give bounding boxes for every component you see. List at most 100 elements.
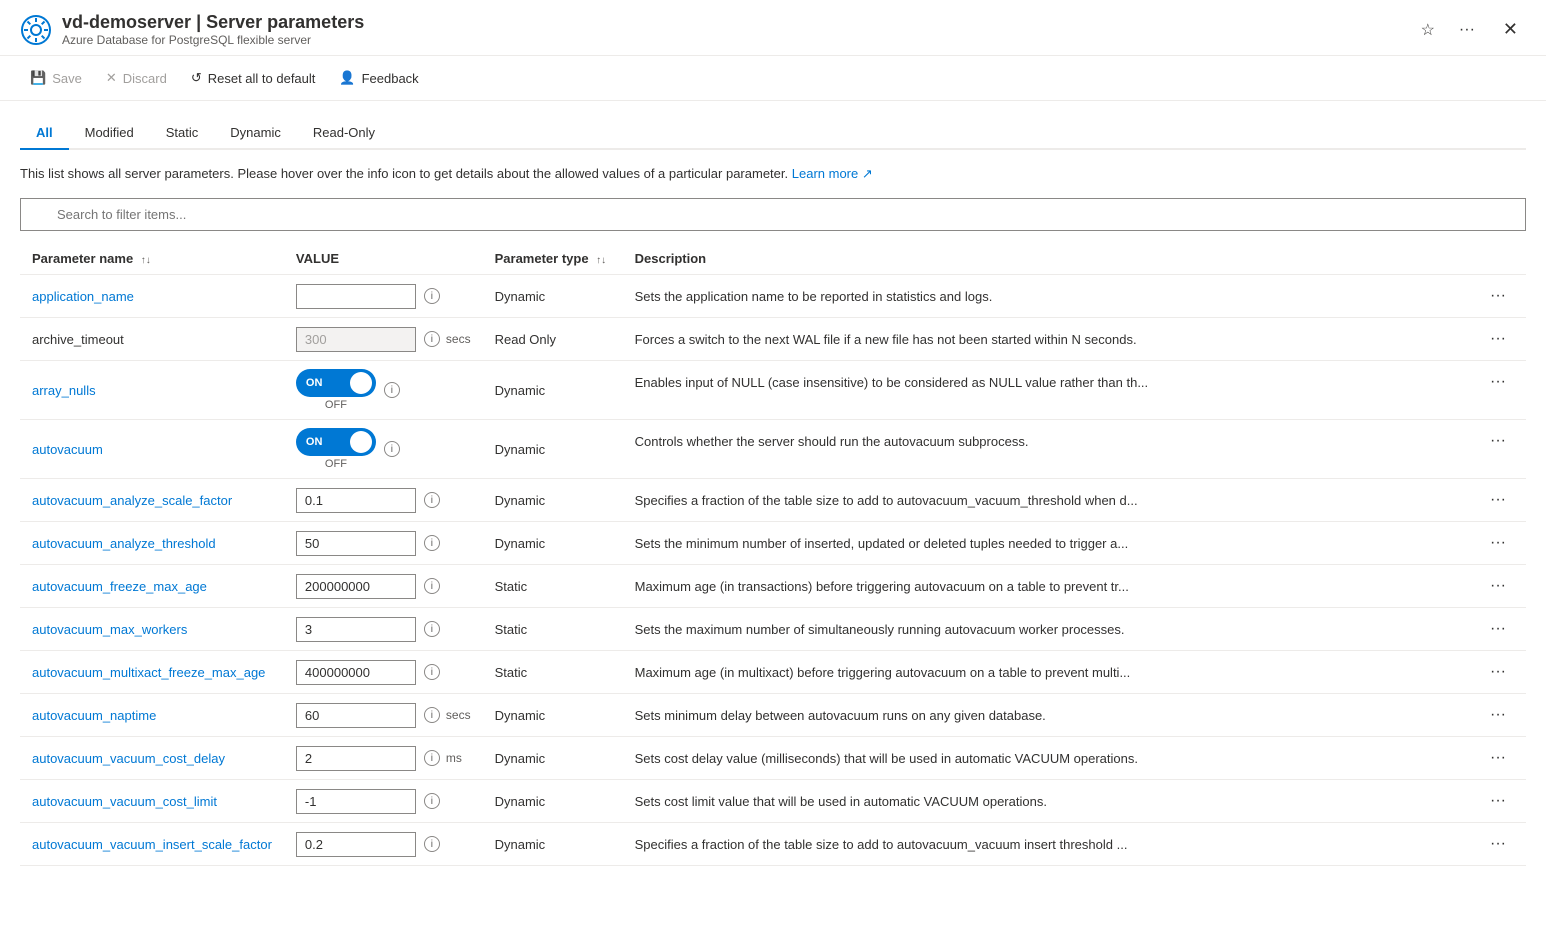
- save-button[interactable]: 💾 Save: [20, 64, 92, 92]
- row-more-button[interactable]: ···: [1482, 530, 1514, 556]
- table-row: autovacuum_max_workersiStaticSets the ma…: [20, 608, 1526, 651]
- param-desc-cell: Specifies a fraction of the table size t…: [623, 479, 1526, 521]
- col-name[interactable]: Parameter name ↑↓: [20, 243, 284, 275]
- param-desc-cell: Maximum age (in multixact) before trigge…: [623, 651, 1526, 693]
- tab-read-only[interactable]: Read-Only: [297, 117, 391, 150]
- param-name-link[interactable]: autovacuum: [32, 442, 103, 457]
- feedback-label: Feedback: [362, 71, 419, 86]
- tab-static[interactable]: Static: [150, 117, 215, 150]
- param-name-link[interactable]: application_name: [32, 289, 134, 304]
- param-name-link[interactable]: autovacuum_multixact_freeze_max_age: [32, 665, 265, 680]
- reset-button[interactable]: ↺ Reset all to default: [181, 64, 326, 92]
- toggle-container: ON OFF: [296, 428, 376, 470]
- param-name-link[interactable]: autovacuum_vacuum_cost_limit: [32, 794, 217, 809]
- row-more-button[interactable]: ···: [1482, 369, 1514, 395]
- info-icon[interactable]: i: [424, 793, 440, 809]
- description-text: Sets the minimum number of inserted, upd…: [635, 536, 1129, 551]
- value-cell-container: i: [296, 660, 471, 685]
- info-icon[interactable]: i: [384, 382, 400, 398]
- param-name-cell: autovacuum_vacuum_cost_delay: [20, 737, 284, 780]
- info-icon[interactable]: i: [384, 441, 400, 457]
- row-more-button[interactable]: ···: [1482, 659, 1514, 685]
- info-icon[interactable]: i: [424, 707, 440, 723]
- row-more-button[interactable]: ···: [1482, 788, 1514, 814]
- reset-label: Reset all to default: [208, 71, 316, 86]
- param-value-input[interactable]: [296, 531, 416, 556]
- row-more-button[interactable]: ···: [1482, 702, 1514, 728]
- tab-modified[interactable]: Modified: [69, 117, 150, 150]
- info-icon[interactable]: i: [424, 331, 440, 347]
- param-type-cell: Dynamic: [483, 275, 623, 318]
- table-row: autovacuum_naptimeisecsDynamicSets minim…: [20, 694, 1526, 737]
- close-button[interactable]: ✕: [1495, 15, 1526, 44]
- param-name-cell: autovacuum_analyze_scale_factor: [20, 479, 284, 522]
- row-more-button[interactable]: ···: [1482, 428, 1514, 454]
- param-name-link[interactable]: autovacuum_analyze_scale_factor: [32, 493, 232, 508]
- row-more-button[interactable]: ···: [1482, 616, 1514, 642]
- param-value-input[interactable]: [296, 488, 416, 513]
- row-more-button[interactable]: ···: [1482, 326, 1514, 352]
- description-text: Specifies a fraction of the table size t…: [635, 493, 1138, 508]
- info-icon[interactable]: i: [424, 578, 440, 594]
- param-value-input[interactable]: [296, 703, 416, 728]
- info-icon[interactable]: i: [424, 750, 440, 766]
- toggle-switch[interactable]: ON: [296, 369, 376, 397]
- more-options-button[interactable]: ···: [1455, 17, 1479, 43]
- param-name-cell: array_nulls: [20, 361, 284, 420]
- col-type[interactable]: Parameter type ↑↓: [483, 243, 623, 275]
- param-desc-cell: Forces a switch to the next WAL file if …: [623, 318, 1526, 360]
- row-more-button[interactable]: ···: [1482, 283, 1514, 309]
- row-more-button[interactable]: ···: [1482, 831, 1514, 857]
- param-type-cell: Static: [483, 565, 623, 608]
- description-text: Maximum age (in multixact) before trigge…: [635, 665, 1131, 680]
- param-value-input[interactable]: [296, 746, 416, 771]
- value-cell-container: ims: [296, 746, 471, 771]
- param-value-input[interactable]: [296, 789, 416, 814]
- learn-more-link[interactable]: Learn more ↗: [792, 166, 873, 181]
- unit-label: ms: [446, 751, 462, 765]
- param-name-link[interactable]: autovacuum_naptime: [32, 708, 156, 723]
- param-value-input[interactable]: [296, 660, 416, 685]
- value-cell-container: i: [296, 617, 471, 642]
- info-icon[interactable]: i: [424, 621, 440, 637]
- info-icon[interactable]: i: [424, 836, 440, 852]
- param-desc-cell: Sets cost limit value that will be used …: [623, 780, 1526, 822]
- reset-icon: ↺: [191, 70, 202, 86]
- tab-all[interactable]: All: [20, 117, 69, 150]
- param-name-link[interactable]: autovacuum_max_workers: [32, 622, 187, 637]
- param-desc-cell: Sets the application name to be reported…: [623, 275, 1526, 317]
- table-row: archive_timeoutisecsRead OnlyForces a sw…: [20, 318, 1526, 361]
- discard-button[interactable]: ✕ Discard: [96, 64, 177, 92]
- param-value-input[interactable]: [296, 284, 416, 309]
- toggle-switch[interactable]: ON: [296, 428, 376, 456]
- param-name-link[interactable]: autovacuum_freeze_max_age: [32, 579, 207, 594]
- param-type-cell: Dynamic: [483, 737, 623, 780]
- info-icon[interactable]: i: [424, 288, 440, 304]
- table-row: autovacuum_multixact_freeze_max_ageiStat…: [20, 651, 1526, 694]
- description-text: Enables input of NULL (case insensitive)…: [635, 375, 1149, 390]
- description-text: Sets the application name to be reported…: [635, 289, 993, 304]
- info-icon[interactable]: i: [424, 664, 440, 680]
- param-name-link[interactable]: autovacuum_analyze_threshold: [32, 536, 216, 551]
- favorite-button[interactable]: ☆: [1417, 16, 1439, 44]
- row-more-button[interactable]: ···: [1482, 573, 1514, 599]
- toggle-on-label: ON: [306, 377, 323, 389]
- tab-dynamic[interactable]: Dynamic: [214, 117, 297, 150]
- info-icon[interactable]: i: [424, 492, 440, 508]
- row-more-button[interactable]: ···: [1482, 487, 1514, 513]
- search-input[interactable]: [20, 198, 1526, 231]
- subtitle: Azure Database for PostgreSQL flexible s…: [62, 33, 364, 47]
- feedback-button[interactable]: 👤 Feedback: [329, 64, 428, 92]
- param-value-input[interactable]: [296, 832, 416, 857]
- table-row: application_name i Dynamic Sets the applica…: [20, 275, 1526, 318]
- param-name-link[interactable]: autovacuum_vacuum_insert_scale_factor: [32, 837, 272, 852]
- param-value-input[interactable]: [296, 574, 416, 599]
- row-more-button[interactable]: ···: [1482, 745, 1514, 771]
- param-value-input[interactable]: [296, 617, 416, 642]
- info-icon[interactable]: i: [424, 535, 440, 551]
- param-name-link[interactable]: autovacuum_vacuum_cost_delay: [32, 751, 225, 766]
- description-text: Maximum age (in transactions) before tri…: [635, 579, 1129, 594]
- param-value-cell: i: [284, 522, 483, 565]
- param-name-link[interactable]: array_nulls: [32, 383, 96, 398]
- param-desc-cell: Controls whether the server should run t…: [623, 420, 1526, 462]
